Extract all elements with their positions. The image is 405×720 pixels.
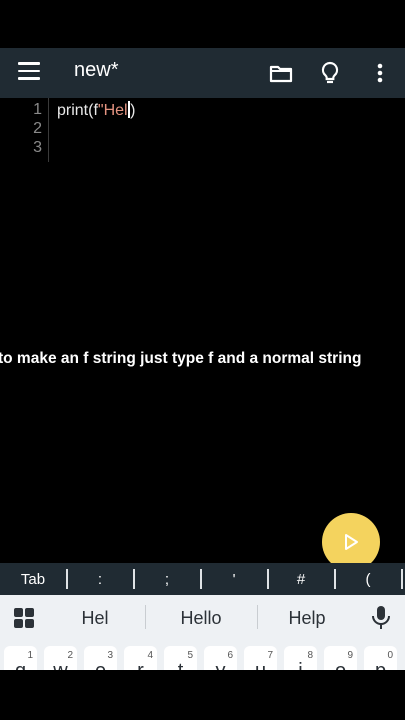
code-token: print(f — [57, 102, 98, 119]
key-w[interactable]: 2w — [44, 646, 77, 670]
suggestion-item[interactable]: Hello — [180, 608, 221, 629]
suggestion-separator — [145, 605, 146, 629]
lightbulb-icon[interactable] — [316, 59, 344, 87]
suggestion-item[interactable]: Hel — [81, 608, 108, 629]
suggestion-separator — [257, 605, 258, 629]
app-bar: new* — [0, 48, 405, 98]
key-i[interactable]: 8i — [284, 646, 317, 670]
symbol-separator — [133, 569, 135, 589]
key-y[interactable]: 6y — [204, 646, 237, 670]
code-editor[interactable]: 1 2 3 print(f"Hel) — [0, 98, 405, 563]
symbol-key-tab[interactable]: Tab — [21, 571, 45, 588]
symbol-key-semicolon[interactable]: ; — [165, 571, 169, 588]
gutter-divider — [48, 98, 49, 162]
code-token: ) — [130, 102, 136, 119]
line-number: 2 — [33, 120, 42, 137]
symbol-separator — [334, 569, 336, 589]
more-vert-icon[interactable] — [366, 59, 394, 87]
key-p[interactable]: 0p — [364, 646, 397, 670]
key-q[interactable]: 1q — [4, 646, 37, 670]
symbol-key-hash[interactable]: # — [297, 571, 305, 588]
key-e[interactable]: 3e — [84, 646, 117, 670]
mic-icon[interactable] — [370, 605, 392, 631]
play-icon — [345, 534, 358, 550]
code-string-token: "Hel — [97, 102, 128, 119]
symbol-separator — [401, 569, 403, 589]
symbol-key-quote[interactable]: ' — [233, 571, 236, 588]
letterbox-bottom — [0, 670, 405, 720]
folder-icon[interactable] — [267, 59, 295, 87]
symbol-bar: Tab : ; ' # ( — [0, 563, 405, 595]
keyboard-grid-icon[interactable] — [14, 608, 34, 628]
keyboard-row: 1q 2w 3e 4r 5t 6y 7u 8i 9o 0p — [0, 640, 405, 670]
symbol-separator — [66, 569, 68, 589]
code-line-1[interactable]: print(f"Hel) — [57, 101, 135, 120]
menu-icon[interactable] — [18, 62, 40, 84]
symbol-separator — [200, 569, 202, 589]
symbol-key-paren[interactable]: ( — [366, 571, 371, 588]
video-caption: to make an f string just type f and a no… — [0, 350, 362, 367]
key-r[interactable]: 4r — [124, 646, 157, 670]
suggestion-item[interactable]: Help — [288, 608, 325, 629]
line-number: 1 — [33, 101, 42, 118]
keyboard-suggestion-bar: Hel Hello Help — [0, 595, 405, 640]
symbol-separator — [267, 569, 269, 589]
key-u[interactable]: 7u — [244, 646, 277, 670]
key-t[interactable]: 5t — [164, 646, 197, 670]
line-number: 3 — [33, 139, 42, 156]
symbol-key-colon[interactable]: : — [98, 571, 102, 588]
file-title: new* — [74, 59, 119, 81]
key-o[interactable]: 9o — [324, 646, 357, 670]
